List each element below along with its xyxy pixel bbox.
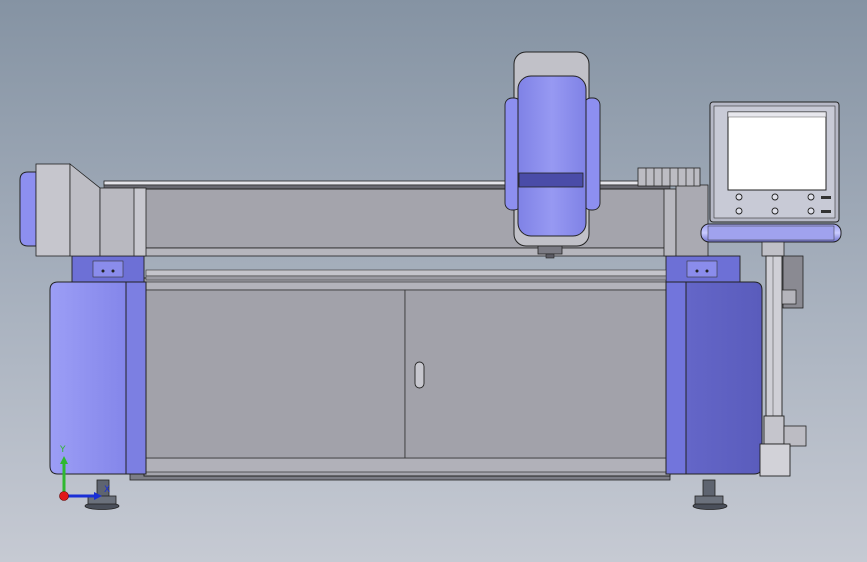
button-bottom-middle[interactable] (771, 207, 779, 215)
left-end-cap (19, 163, 147, 257)
x-axis-label: X (104, 485, 110, 495)
right-gantry-end (663, 184, 709, 257)
button-bottom-left[interactable] (735, 207, 743, 215)
cutting-head[interactable] (504, 51, 601, 259)
button-top-left[interactable] (735, 193, 743, 201)
y-axis-label: Y (59, 445, 66, 455)
door-handle[interactable] (414, 361, 425, 389)
machine-drawing: Y X (19, 51, 842, 510)
button-top-middle[interactable] (771, 193, 779, 201)
foot-right (692, 479, 728, 510)
cabinet-door-left[interactable] (145, 289, 406, 459)
button-bottom-right[interactable] (807, 207, 815, 215)
control-panel[interactable] (709, 101, 840, 223)
center-cabinet (143, 277, 671, 477)
cable-chain (637, 167, 701, 187)
panel-roller (700, 223, 842, 243)
button-top-right[interactable] (807, 193, 815, 201)
right-cabinet (665, 255, 763, 475)
cad-viewport[interactable]: Y X (0, 0, 867, 562)
origin-dot (59, 491, 69, 501)
panel-support-post (759, 241, 807, 477)
indicator-top (821, 196, 831, 199)
display-screen[interactable] (727, 111, 827, 191)
cabinet-door-right[interactable] (404, 289, 667, 459)
indicator-bottom (821, 210, 831, 213)
left-cabinet (49, 255, 147, 475)
